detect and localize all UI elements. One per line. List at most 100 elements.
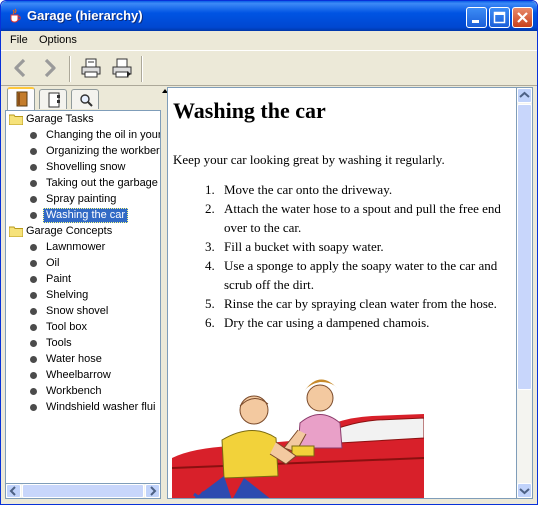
steps-list: 1. Move the car onto the driveway. 2. Attac… xyxy=(202,180,512,332)
toc-tree[interactable]: Garage Tasks Changing the oil in your Orga… xyxy=(5,110,161,484)
bullet-icon xyxy=(30,148,37,155)
tree-item[interactable]: Shovelling snow xyxy=(6,160,160,176)
index-icon xyxy=(48,92,60,108)
title-bar[interactable]: Garage (hierarchy) xyxy=(1,1,537,31)
forward-button[interactable] xyxy=(38,56,62,80)
scroll-left-button[interactable] xyxy=(6,484,21,498)
tree-item[interactable]: Shelving xyxy=(6,288,160,304)
toolbar-separator xyxy=(141,56,143,82)
bullet-icon xyxy=(30,388,37,395)
chevron-left-icon xyxy=(9,486,16,496)
minimize-button[interactable] xyxy=(466,7,487,28)
print-button[interactable] xyxy=(79,56,103,80)
tab-search[interactable] xyxy=(71,89,99,109)
intro-text: Keep your car looking great by washing i… xyxy=(173,152,445,167)
toolbar xyxy=(1,50,537,86)
scroll-right-button[interactable] xyxy=(145,484,160,498)
step-number: 4. xyxy=(205,258,215,273)
tree-item[interactable]: Tool box xyxy=(6,320,160,336)
tree-item[interactable]: Organizing the workber xyxy=(6,144,160,160)
vertical-scrollbar[interactable] xyxy=(517,87,533,499)
toolbar-separator xyxy=(69,56,71,82)
tree-category-label: Garage Tasks xyxy=(26,113,94,125)
bullet-icon xyxy=(30,340,37,347)
bullet-icon xyxy=(30,324,37,331)
tree-item[interactable]: Windshield washer flui xyxy=(6,400,160,416)
step-text: Fill a bucket with soapy water. xyxy=(224,239,384,254)
tree-item[interactable]: Oil xyxy=(6,256,160,272)
step-text: Dry the car using a dampened chamois. xyxy=(224,315,430,330)
back-button[interactable] xyxy=(9,56,33,80)
bullet-icon xyxy=(30,132,37,139)
bullet-icon xyxy=(30,164,37,171)
step-number: 3. xyxy=(205,239,215,254)
tree-item[interactable]: Tools xyxy=(6,336,160,352)
tree-category[interactable]: Garage Concepts xyxy=(6,224,160,240)
tree-item[interactable]: Paint xyxy=(6,272,160,288)
step-item: 4. Use a sponge to apply the soapy water … xyxy=(202,256,512,294)
tree-item[interactable]: Lawnmower xyxy=(6,240,160,256)
step-text: Use a sponge to apply the soapy water to… xyxy=(224,258,498,292)
folder-icon xyxy=(9,226,23,237)
tree-item-label: Paint xyxy=(46,273,72,285)
tree-item-label: Taking out the garbage xyxy=(46,177,158,189)
scroll-up-button[interactable] xyxy=(517,88,532,103)
horizontal-scroll-thumb[interactable] xyxy=(22,484,144,498)
tree-item[interactable]: Spray painting xyxy=(6,192,160,208)
bullet-icon xyxy=(30,356,37,363)
vertical-scroll-thumb[interactable] xyxy=(517,104,532,390)
bullet-icon xyxy=(30,292,37,299)
java-cup-icon xyxy=(10,8,21,23)
tree-item[interactable]: Taking out the garbage xyxy=(6,176,160,192)
tree-category-label: Garage Concepts xyxy=(26,225,113,237)
menu-options[interactable]: Options xyxy=(39,34,77,46)
step-item: 5. Rinse the car by spraying clean water … xyxy=(202,294,512,313)
bullet-icon xyxy=(30,212,37,219)
tree-item-label: Tool box xyxy=(46,321,87,333)
page-title: Washing the car xyxy=(173,98,326,123)
navigator-pane: Garage Tasks Changing the oil in your Orga… xyxy=(5,87,161,499)
tree-item[interactable]: Changing the oil in your xyxy=(6,128,161,144)
step-text: Attach the water hose to a spout and pul… xyxy=(224,201,501,235)
close-button[interactable] xyxy=(512,7,533,28)
print-icon xyxy=(81,58,101,78)
maximize-button[interactable] xyxy=(489,7,510,28)
chevron-up-icon xyxy=(519,91,530,98)
step-number: 6. xyxy=(205,315,215,330)
tree-item[interactable]: Workbench xyxy=(6,384,160,400)
bullet-icon xyxy=(30,260,37,267)
two-people-washing-red-car-image xyxy=(172,379,424,498)
maximize-icon xyxy=(493,11,506,24)
bullet-icon xyxy=(30,404,37,411)
search-magnifier-icon xyxy=(80,94,93,107)
minimize-icon xyxy=(472,20,479,23)
tree-item-label: Wheelbarrow xyxy=(46,369,111,381)
menu-file[interactable]: File xyxy=(10,34,28,46)
tree-item-label: Oil xyxy=(46,257,60,269)
tree-item[interactable]: Water hose xyxy=(6,352,160,368)
tree-item-label: Snow shovel xyxy=(46,305,109,317)
close-icon xyxy=(517,12,528,23)
tree-item-label: Workbench xyxy=(46,385,102,397)
tree-item-label: Spray painting xyxy=(46,193,117,205)
tab-toc[interactable] xyxy=(7,87,35,110)
tree-item[interactable]: Washing the car xyxy=(6,208,160,224)
bullet-icon xyxy=(30,308,37,315)
tree-item-label: Organizing the workber xyxy=(46,145,160,157)
step-item: 2. Attach the water hose to a spout and p… xyxy=(202,199,512,237)
step-item: 6. Dry the car using a dampened chamois. xyxy=(202,313,512,332)
page-setup-button[interactable] xyxy=(110,56,134,80)
forward-arrow-icon xyxy=(44,58,56,78)
tab-index[interactable] xyxy=(39,89,67,109)
horizontal-scrollbar[interactable] xyxy=(5,484,161,499)
tree-item-label: Shelving xyxy=(46,289,89,301)
bullet-icon xyxy=(30,372,37,379)
tree-item-label: Changing the oil in your xyxy=(46,129,161,141)
tree-item[interactable]: Snow shovel xyxy=(6,304,160,320)
tree-category[interactable]: Garage Tasks xyxy=(6,112,160,128)
tree-item[interactable]: Wheelbarrow xyxy=(6,368,160,384)
menu-bar: File Options xyxy=(1,31,537,50)
scroll-down-button[interactable] xyxy=(517,483,532,498)
navigator-tabs xyxy=(5,87,161,111)
step-number: 1. xyxy=(205,182,215,197)
